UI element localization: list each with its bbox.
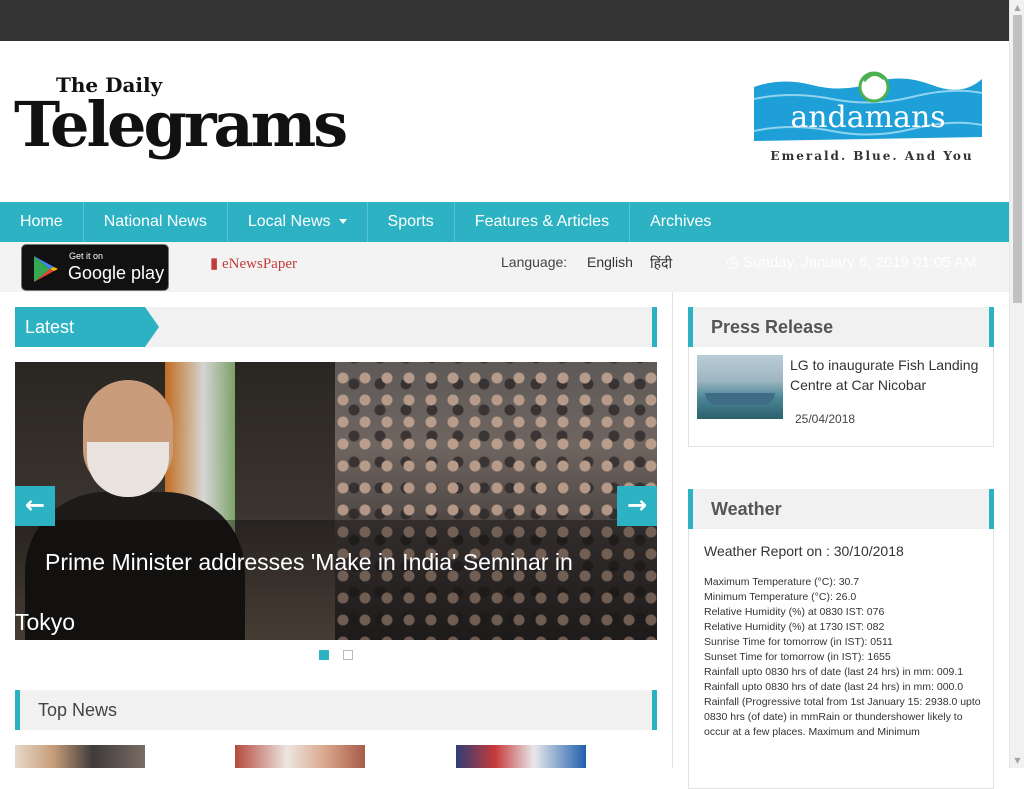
slider-dot-1[interactable] <box>319 650 329 660</box>
latest-slider[interactable]: Prime Minister addresses 'Make in India'… <box>15 362 657 640</box>
weather-line: Sunrise Time for tomorrow (in IST): 0511 <box>704 636 893 648</box>
top-news-thumb-2[interactable] <box>235 745 365 768</box>
language-english[interactable]: English <box>587 254 633 270</box>
language-hindi[interactable]: हिंदी <box>650 254 672 273</box>
latest-header-accent <box>652 307 657 347</box>
weather-line: Relative Humidity (%) at 1730 IST: 082 <box>704 621 885 633</box>
top-news-title: Top News <box>38 700 118 720</box>
weather-box: Weather Report on : 30/10/2018 Maximum T… <box>688 529 994 789</box>
weather-header: Weather <box>688 489 994 529</box>
weather-line: Rainfall (Progressive total from 1st Jan… <box>704 696 981 738</box>
nav-home-label: Home <box>20 213 63 230</box>
enewspaper-link[interactable]: ▮ eNewsPaper <box>210 254 297 273</box>
google-play-icon <box>34 256 58 282</box>
nav-archives-label: Archives <box>650 213 712 230</box>
current-date: ◷ Sunday, January 6, 2019 01:05 AM <box>726 253 976 271</box>
latest-title: Latest <box>15 307 159 347</box>
boat-graphic <box>705 393 775 405</box>
top-bar <box>0 0 1009 41</box>
slider-dot-2[interactable] <box>343 650 353 660</box>
top-news-right-accent <box>652 690 657 730</box>
weather-line: Minimum Temperature (°C): 26.0 <box>704 591 857 603</box>
language-label: Language: <box>501 254 568 270</box>
page-scrollbar[interactable]: ▲ ▼ <box>1009 0 1024 768</box>
nav-national-news-label: National News <box>103 213 207 230</box>
nav-sports-label: Sports <box>387 213 434 230</box>
press-release-right-accent <box>989 307 994 347</box>
scroll-up-arrow-icon[interactable]: ▲ <box>1010 0 1024 15</box>
weather-line: Rainfall upto 0830 hrs of date (last 24 … <box>704 666 964 678</box>
slider-prev-button[interactable]: ← <box>15 486 55 526</box>
site-logo[interactable]: The Daily Telegrams <box>14 73 354 169</box>
press-release-image[interactable] <box>697 355 783 419</box>
weather-lines: Maximum Temperature (°C): 30.7 Minimum T… <box>704 575 984 740</box>
arrow-left-icon: ← <box>24 491 46 519</box>
weather-left-accent <box>688 489 693 529</box>
current-date-text: Sunday, January 6, 2019 01:05 AM <box>743 254 977 271</box>
arrow-right-icon: → <box>626 491 648 519</box>
andamans-tagline: Emerald. Blue. And You <box>770 149 973 163</box>
scrollbar-thumb[interactable] <box>1013 15 1022 303</box>
press-release-header: Press Release <box>688 307 994 347</box>
main-nav: Home National News Local News Sports Fea… <box>0 202 1009 242</box>
weather-right-accent <box>989 489 994 529</box>
nav-national-news[interactable]: National News <box>84 202 228 242</box>
weather-line: Sunset Time for tomorrow (in IST): 1655 <box>704 651 891 663</box>
enewspaper-label: eNewsPaper <box>222 256 297 272</box>
sub-bar: Get it on Google play ▮ eNewsPaper Langu… <box>0 242 1009 292</box>
book-icon: ▮ <box>210 256 219 272</box>
top-news-thumb-3[interactable] <box>456 745 586 768</box>
press-release-item: LG to inaugurate Fish Landing Centre at … <box>688 347 994 447</box>
press-release-title: Press Release <box>711 317 834 337</box>
slider-next-button[interactable]: → <box>617 486 657 526</box>
nav-archives[interactable]: Archives <box>630 202 731 242</box>
nav-features-label: Features & Articles <box>474 213 610 230</box>
nav-local-news[interactable]: Local News <box>228 202 368 242</box>
gplay-small-text: Get it on <box>69 251 104 261</box>
press-release-item-title[interactable]: LG to inaugurate Fish Landing Centre at … <box>790 355 985 395</box>
site-header: The Daily Telegrams andamans Emerald. Bl… <box>0 41 1009 202</box>
weather-line: Maximum Temperature (°C): 30.7 <box>704 576 860 588</box>
column-divider <box>672 292 673 768</box>
nav-local-news-label: Local News <box>247 213 331 230</box>
speaker-beard <box>87 442 169 497</box>
nav-home[interactable]: Home <box>0 202 84 242</box>
logo-telegrams: Telegrams <box>14 88 348 161</box>
chevron-down-icon <box>338 219 347 225</box>
andamans-word: andamans <box>790 100 945 135</box>
press-release-left-accent <box>688 307 693 347</box>
scroll-down-arrow-icon[interactable]: ▼ <box>1010 753 1024 768</box>
weather-line: Relative Humidity (%) at 0830 IST: 076 <box>704 606 885 618</box>
weather-line: Rainfall upto 0830 hrs of date (last 24 … <box>704 681 964 693</box>
andamans-banner[interactable]: andamans Emerald. Blue. And You <box>752 69 984 167</box>
nav-features-articles[interactable]: Features & Articles <box>455 202 631 242</box>
weather-report-label: Weather Report on : 30/10/2018 <box>704 543 904 559</box>
press-release-item-date: 25/04/2018 <box>795 412 856 426</box>
gplay-big-text: Google play <box>68 263 165 283</box>
nav-sports[interactable]: Sports <box>368 202 455 242</box>
top-news-header: Top News <box>15 690 657 730</box>
top-news-thumb-1[interactable] <box>15 745 145 768</box>
google-play-badge[interactable]: Get it on Google play <box>21 244 169 291</box>
slide-caption[interactable]: Prime Minister addresses 'Make in India'… <box>15 532 615 640</box>
clock-icon: ◷ <box>726 254 740 271</box>
latest-header: Latest <box>15 307 657 347</box>
weather-title: Weather <box>711 499 782 519</box>
top-news-left-accent <box>15 690 20 730</box>
